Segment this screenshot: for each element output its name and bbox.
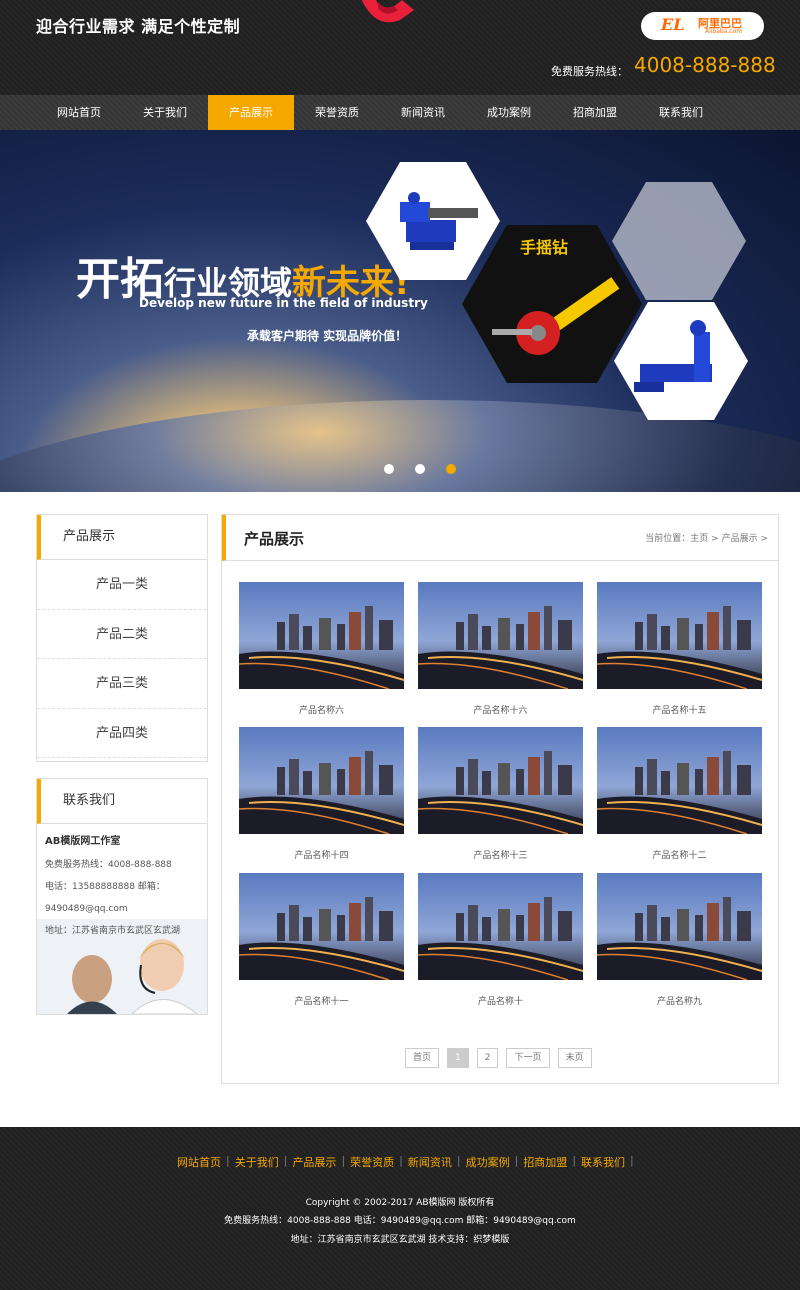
hero-banner[interactable]: 开拓行业领域新未来! Develop new future in the fie… [0,130,800,492]
pager-last[interactable]: 末页 [557,1048,592,1068]
footer-copyright: Copyright © 2002-2017 AB模版网 版权所有 [305,1198,495,1208]
footer-link[interactable]: 新闻资讯 [404,1154,456,1170]
hero-tagline: 承载客户期待 实现品牌价值！ [247,329,408,343]
footer-link[interactable]: 关于我们 [231,1154,283,1170]
hotline-label: 免费服务热线： [551,65,628,78]
hotline-number: 4008-888-888 [634,53,776,77]
product-card[interactable]: 产品名称十六 [418,582,583,716]
footer-link[interactable]: 招商加盟 [519,1154,571,1170]
product-name[interactable]: 产品名称六 [239,703,404,716]
nav-item-cases[interactable]: 成功案例 [466,95,552,130]
contact-panel-title: 联系我们 [37,779,207,824]
slide-dot-2[interactable] [415,464,425,474]
product-card[interactable]: 产品名称十五 [597,582,762,716]
slide-dots [384,464,456,474]
nav-item-about[interactable]: 关于我们 [122,95,208,130]
alibaba-en-label: Alibaba.com [705,28,743,35]
product-card[interactable]: 产品名称六 [239,582,404,716]
breadcrumb: 当前位置：主页 > 产品展示 > [645,531,768,544]
category-panel-title: 产品展示 [37,515,207,560]
footer-link[interactable]: 成功案例 [462,1154,514,1170]
footer-link[interactable]: 网站首页 [173,1154,225,1170]
footer-nav: 网站首页 | 关于我们 | 产品展示 | 荣誉资质 | 新闻资讯 | 成功案例 | 招商加盟 | 联系我们 | [173,1154,635,1170]
product-image[interactable] [418,873,583,980]
product-card[interactable]: 产品名称十一 [239,873,404,1007]
product-image[interactable] [239,873,404,980]
product-panel: 产品展示 当前位置：主页 > 产品展示 > 产品名称六 产品名称十六 产品名称十五产… [221,514,779,1084]
footer-link[interactable]: 联系我们 [577,1154,629,1170]
product-card[interactable]: 产品名称十 [418,873,583,1007]
contact-info: AB模版网工作室 免费服务热线：4008-888-888 电话：13588888… [37,824,207,1014]
breadcrumb-sep: > [757,534,768,544]
hand-drill-label: 手摇钻 [520,238,569,257]
contact-address: 地址：江苏省南京市玄武区玄武湖 [45,926,181,936]
product-card[interactable]: 产品名称九 [597,873,762,1007]
pager-first[interactable]: 首页 [405,1048,440,1068]
product-name[interactable]: 产品名称十 [418,994,583,1007]
nav-item-honors[interactable]: 荣誉资质 [294,95,380,130]
alibaba-mark: EL [661,15,685,34]
category-item-1[interactable]: 产品一类 [37,560,207,610]
product-image[interactable] [239,727,404,834]
breadcrumb-sep: > [708,534,722,544]
product-image[interactable] [597,582,762,689]
pager-next[interactable]: 下一页 [506,1048,550,1068]
gray-hexagon-placeholder [612,182,746,300]
pager-page-2[interactable]: 2 [476,1048,499,1068]
category-list: 产品一类 产品二类 产品三类 产品四类 [37,560,207,758]
product-image[interactable] [597,727,762,834]
page-title: 产品展示 [244,530,305,548]
contact-hotline: 免费服务热线：4008-888-888 [45,860,172,870]
product-image[interactable] [418,727,583,834]
contact-company: AB模版网工作室 [45,836,121,847]
breadcrumb-home[interactable]: 主页 [690,534,708,544]
product-card[interactable]: 产品名称十三 [418,727,583,861]
product-name[interactable]: 产品名称九 [597,994,762,1007]
product-name[interactable]: 产品名称十六 [418,703,583,716]
footer-contact-line: 免费服务热线：4008-888-888 电话：9490489@qq.com 邮箱… [224,1216,576,1226]
product-name[interactable]: 产品名称十五 [597,703,762,716]
contact-panel: 联系我们 AB模版网工作室 免费服务热线：4008-888-888 电话：135… [36,778,208,1015]
product-card[interactable]: 产品名称十四 [239,727,404,861]
product-image[interactable] [239,582,404,689]
footer-link[interactable]: 产品展示 [288,1154,340,1170]
site-header: 迎合行业需求 满足个性定制 EL 阿里巴巴 Alibaba.com 免费服务热线… [0,0,800,95]
product-name[interactable]: 产品名称十一 [239,994,404,1007]
slide-dot-3[interactable] [446,464,456,474]
nav-item-news[interactable]: 新闻资讯 [380,95,466,130]
hero-subtitle-en: Develop new future in the field of indus… [139,296,428,310]
footer-link[interactable]: 荣誉资质 [346,1154,398,1170]
footer-address-line: 地址：江苏省南京市玄武区玄武湖 技术支持：织梦模版 [290,1235,510,1245]
site-footer: 网站首页 | 关于我们 | 产品展示 | 荣誉资质 | 新闻资讯 | 成功案例 | 招商加盟 | 联系我们 |… [0,1127,800,1290]
breadcrumb-prefix: 当前位置： [645,534,691,544]
product-image[interactable] [418,582,583,689]
product-image[interactable] [597,873,762,980]
blue-clamp-image [614,302,748,420]
footer-link-separator: | [630,1154,634,1167]
header-slogan: 迎合行业需求 满足个性定制 [36,17,241,36]
brand-logo-icon[interactable] [354,0,416,28]
category-item-2[interactable]: 产品二类 [37,610,207,659]
category-item-4[interactable]: 产品四类 [37,709,207,758]
product-name[interactable]: 产品名称十三 [418,848,583,861]
contact-email: 9490489@qq.com [45,904,128,914]
breadcrumb-current[interactable]: 产品展示 [722,534,758,544]
category-panel: 产品展示 产品一类 产品二类 产品三类 产品四类 [36,514,208,762]
nav-item-contact[interactable]: 联系我们 [638,95,724,130]
product-name[interactable]: 产品名称十二 [597,848,762,861]
product-panel-header: 产品展示 当前位置：主页 > 产品展示 > [222,515,778,561]
pager-page-1[interactable]: 1 [447,1048,469,1068]
contact-phone-email: 电话：13588888888 邮箱： [45,882,165,892]
product-card[interactable]: 产品名称十二 [597,727,762,861]
slide-dot-1[interactable] [384,464,394,474]
nav-item-home[interactable]: 网站首页 [36,95,122,130]
category-item-3[interactable]: 产品三类 [37,659,207,709]
product-name[interactable]: 产品名称十四 [239,848,404,861]
main-nav: 网站首页 关于我们 产品展示 荣誉资质 新闻资讯 成功案例 招商加盟 联系我们 [0,95,800,130]
nav-item-products[interactable]: 产品展示 [208,95,294,130]
nav-item-franchise[interactable]: 招商加盟 [552,95,638,130]
alibaba-badge[interactable]: EL 阿里巴巴 Alibaba.com [641,12,764,40]
pagination: 首页 1 2 下一页 末页 [405,1048,592,1068]
